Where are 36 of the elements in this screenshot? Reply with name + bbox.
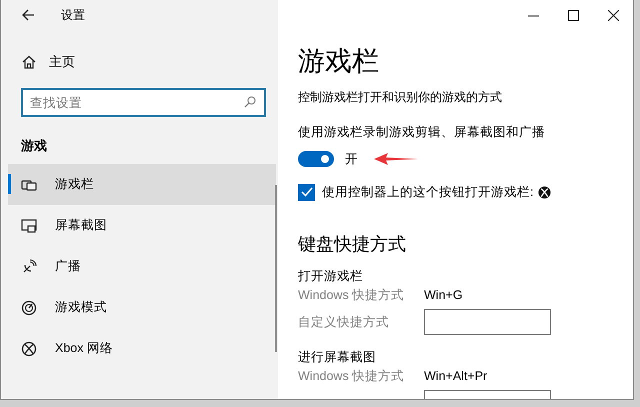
satellite-icon: [21, 258, 37, 274]
sidebar-item[interactable]: Xbox 网络: [8, 328, 276, 369]
search-field[interactable]: 查找设置: [21, 88, 266, 117]
sidebar-item[interactable]: 游戏模式: [8, 287, 276, 328]
group-title: 进行屏幕截图: [298, 349, 377, 366]
shortcut-label: Windows 快捷方式: [298, 286, 406, 304]
scrollbar[interactable]: [275, 185, 277, 352]
sidebar-item[interactable]: 游戏栏: [8, 164, 276, 205]
page-title: 游戏栏: [298, 45, 380, 78]
close-icon: [608, 10, 618, 20]
back-icon[interactable]: [21, 8, 35, 22]
sidebar-item[interactable]: 广播: [8, 246, 276, 287]
home-icon[interactable]: [22, 55, 36, 69]
section-heading: 游戏: [21, 137, 48, 155]
gauge-icon: [21, 300, 37, 316]
toggle-switch[interactable]: [298, 151, 334, 167]
shortcut-value: Win+G: [424, 288, 463, 302]
home-link[interactable]: 主页: [49, 53, 75, 71]
shortcut-label: 自定义快捷方式: [298, 314, 389, 328]
xbox-icon: [21, 340, 37, 356]
window-title: 设置: [61, 6, 85, 24]
checkbox[interactable]: [298, 184, 315, 200]
maximize-icon: [568, 10, 578, 20]
toggle-state: 开: [345, 150, 358, 168]
sidebar-item[interactable]: 屏幕截图: [8, 205, 276, 246]
section-heading: 键盘快捷方式: [298, 233, 407, 256]
shortcut-label: Windows 快捷方式: [298, 368, 406, 384]
description: 控制游戏栏打开和识别你的游戏的方式: [298, 89, 503, 106]
search-icon: [244, 96, 256, 108]
shortcut-field[interactable]: [424, 309, 551, 335]
xbox-icon: [538, 186, 552, 198]
checkbox-label: 使用控制器上的这个按钮打开游戏栏:: [322, 184, 534, 200]
shortcut-value: Win+Alt+Pr: [424, 369, 488, 383]
group-title: 打开游戏栏: [298, 268, 364, 285]
toggle-label: 使用游戏栏录制游戏剪辑、屏幕截图和广播: [298, 124, 546, 141]
screen-icon: [21, 218, 37, 234]
